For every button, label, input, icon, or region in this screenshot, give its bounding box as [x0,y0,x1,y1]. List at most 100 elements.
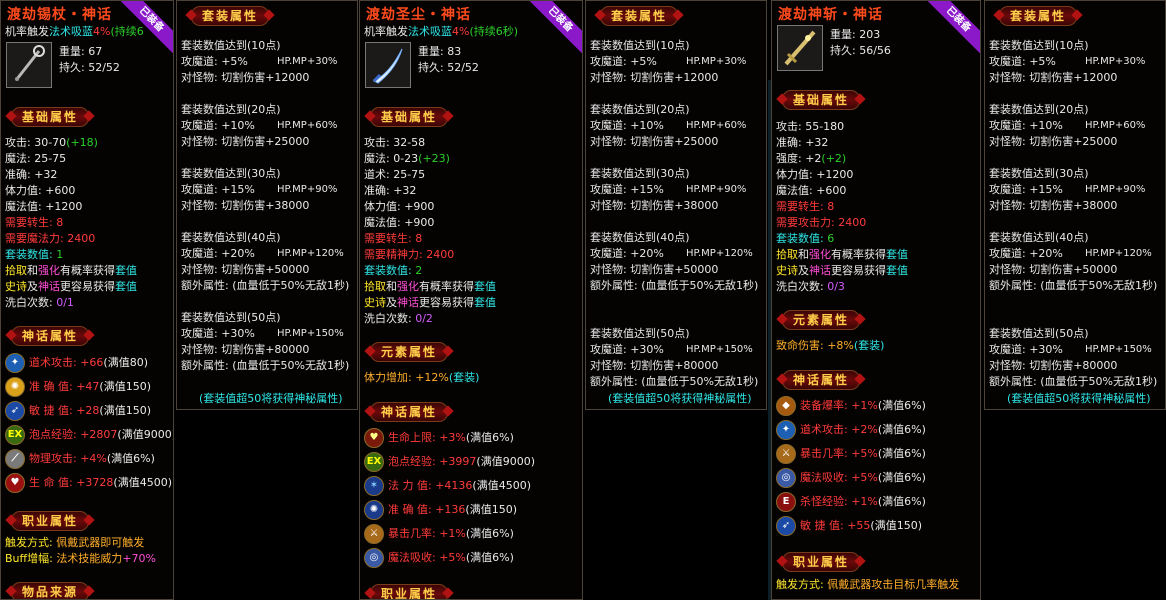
myth-attr-line: 暴击几率: +5%(满值6%) [800,447,926,460]
attr-line: 体力值: +1200 [776,168,854,181]
tao-attack-icon: ✦ [776,420,796,440]
tao-attack-icon: ✦ [5,353,25,373]
attr-line: 准确: +32 [776,136,829,149]
set-count-line: 套装数值: 1 [5,248,64,261]
set-footer: (套装值超50将获得神秘属性) [1007,392,1151,405]
item-title: 渡劫锡杖・神话 [7,7,112,23]
item-tooltip-1: 渡劫锡杖・神话 已装备 机率触发法术吸蓝4%(持续6 重量: 67 持久: 52… [0,0,174,600]
tip-line: 拾取和强化有概率获得套值 [5,264,137,277]
base-attr-badge: 基础属性 [370,107,449,127]
requirement-line: 需要转生: 8 [5,216,64,229]
set-footer: (套装值超50将获得神秘属性) [608,392,752,405]
trigger-line: 机率触发法术吸蓝4%(持续6 [5,25,144,38]
myth-attr-line: 泡点经验: +3997(满值9000) [388,455,535,468]
job-attr-line: 触发方式: 佩戴武器攻击目标几率触发 [776,578,960,591]
job-attr-badge: 职业属性 [370,584,449,599]
requirement-line: 需要精神力: 2400 [364,248,455,261]
set-attr-badge: 套装属性 [999,6,1078,26]
item-tooltip-3: 渡劫神斩・神话 已装备 重量: 203 持久: 56/56 基础属性 攻击: 5… [771,0,981,600]
attr-line: 魔法: 25-75 [5,152,67,165]
sword-icon[interactable] [777,25,823,71]
attr-line: 魔法: 0-23(+23) [364,152,450,165]
base-attr-badge: 基础属性 [782,90,861,110]
life-icon: ♥ [5,473,25,493]
accuracy-icon: ✺ [364,500,384,520]
requirement-line: 需要转生: 8 [364,232,423,245]
wash-count-line: 洗白次数: 0/2 [364,312,433,325]
requirement-line: 需要攻击力: 2400 [776,216,867,229]
set-count-line: 套装数值: 2 [364,264,423,277]
myth-attr-line: 暴击几率: +1%(满值6%) [388,527,514,540]
myth-attr-badge: 神话属性 [782,370,861,390]
attr-line: 准确: +32 [5,168,58,181]
attr-line: 道术: 25-75 [364,168,426,181]
tip-line: 史诗及神话更容易获得套值 [364,296,496,309]
myth-attr-line: 准 确 值: +136(满值150) [388,503,518,516]
crit-icon: ⚔ [776,444,796,464]
requirement-line: 需要转生: 8 [776,200,835,213]
element-attr-badge: 元素属性 [370,342,449,362]
equipped-ribbon: 已装备 [530,1,582,53]
attr-line: 魔法值: +600 [776,184,847,197]
item-title: 渡劫圣尘・神话 [366,7,471,23]
tip-line: 史诗及神话更容易获得套值 [776,264,908,277]
exp-orb-icon: EX [364,452,384,472]
durability-value: 52/52 [447,61,479,74]
myth-attr-line: 敏 捷 值: +55(满值150) [800,519,923,532]
job-attr-badge: 职业属性 [782,552,861,572]
magic-power-icon: ✶ [364,476,384,496]
myth-attr-line: 道术攻击: +66(满值80) [29,356,149,369]
item-tooltip-2: 渡劫圣尘・神话 已装备 机率触发法术吸蓝4%(持续6秒) 重量: 83 持久: … [359,0,583,600]
base-attr-badge: 基础属性 [11,107,90,127]
element-attr-badge: 元素属性 [782,310,861,330]
myth-attr-line: 准 确 值: +47(满值150) [29,380,152,393]
set-tooltip-2: 套装属性 套装数值达到(10点) 攻魔道: +5% HP.MP+30% 对怪物:… [585,0,767,410]
attr-line: 强度: +2(+2) [776,152,847,165]
myth-attr-line: 杀怪经验: +1%(满值6%) [800,495,926,508]
attr-line: 魔法值: +900 [364,216,435,229]
myth-attr-line: 物理攻击: +4%(满值6%) [29,452,155,465]
heart-icon: ♥ [364,428,384,448]
equipped-ribbon: 已装备 [928,1,980,53]
job-attr-line: Buff增幅: 法术技能威力+70% [5,552,156,565]
element-attr-line: 体力增加: +12%(套装) [364,371,480,384]
durability-value: 56/56 [859,44,891,57]
myth-attr-line: 敏 捷 值: +28(满值150) [29,404,152,417]
requirement-line: 需要魔法力: 2400 [5,232,96,245]
blade-icon[interactable] [365,42,411,88]
myth-attr-line: 生 命 值: +3728(满值4500) [29,476,172,489]
durability-value: 52/52 [88,61,120,74]
set-footer: (套装值超50将获得神秘属性) [199,392,343,405]
attr-line: 准确: +32 [364,184,417,197]
attr-line: 攻击: 30-70(+18) [5,136,98,149]
drop-rate-icon: ◆ [776,396,796,416]
attr-line: 攻击: 55-180 [776,120,845,133]
mana-drain-icon: ◎ [776,468,796,488]
myth-attr-badge: 神话属性 [11,326,90,346]
crit-icon: ⚔ [364,524,384,544]
agility-icon: ➶ [5,401,25,421]
job-attr-badge: 职业属性 [11,511,90,531]
tip-line: 拾取和强化有概率获得套值 [364,280,496,293]
physical-attack-icon: ⟋ [5,449,25,469]
job-attr-line: 触发方式: 佩戴武器即可触发 [5,536,145,549]
exp-orb-icon: EX [5,425,25,445]
mana-drain-icon: ◎ [364,548,384,568]
myth-attr-line: 泡点经验: +2807(满值9000) [29,428,174,441]
myth-attr-line: 魔法吸收: +5%(满值6%) [800,471,926,484]
myth-attr-line: 装备爆率: +1%(满值6%) [800,399,926,412]
tip-line: 拾取和强化有概率获得套值 [776,248,908,261]
set-tooltip-1: 套装属性 套装数值达到(10点) 攻魔道: +5% HP.MP+30% 对怪物:… [176,0,358,410]
set-attr-badge: 套装属性 [191,6,270,26]
attr-line: 攻击: 32-58 [364,136,426,149]
weight-value: 203 [859,28,881,41]
wash-count-line: 洗白次数: 0/1 [5,296,74,309]
wash-count-line: 洗白次数: 0/3 [776,280,845,293]
myth-attr-line: 道术攻击: +2%(满值6%) [800,423,926,436]
weight-value: 67 [88,45,103,58]
agility-icon: ➶ [776,516,796,536]
tip-line: 史诗及神话更容易获得套值 [5,280,137,293]
element-attr-line: 致命伤害: +8%(套装) [776,339,885,352]
myth-attr-line: 魔法吸收: +5%(满值6%) [388,551,514,564]
staff-icon[interactable] [6,42,52,88]
